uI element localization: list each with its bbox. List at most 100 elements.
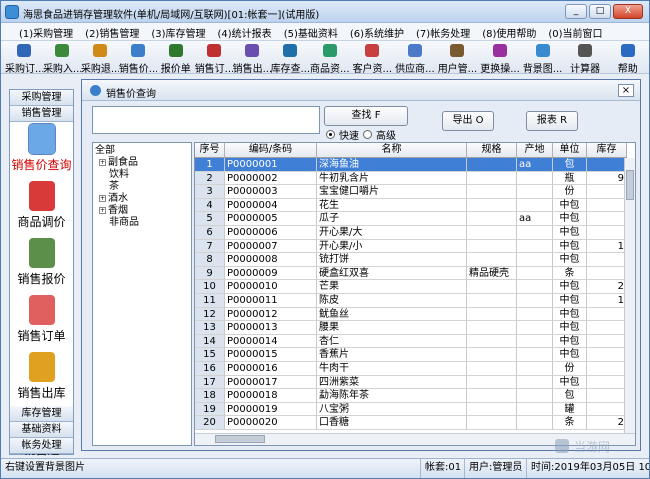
table-row[interactable]: 5 P0000005 瓜子 aa 中包 — [195, 212, 627, 226]
table-row[interactable]: 6 P0000006 开心果/大 中包 — [195, 225, 627, 240]
tree-node[interactable]: 茶 — [95, 181, 189, 193]
toolbar-button-calculator[interactable]: 计算器 — [564, 41, 607, 74]
nav-item-1[interactable]: 商品调价 — [10, 179, 73, 236]
menu-item-5[interactable]: (5)基础资料 — [278, 23, 344, 40]
table-row[interactable]: 14 P0000014 杏仁 中包 — [195, 334, 627, 349]
fast-mode-radio[interactable] — [326, 130, 335, 139]
table-row[interactable]: 8 P0000008 铳打饼 中包 — [195, 253, 627, 267]
nav-group-top_groups-0[interactable]: 采购管理 — [10, 90, 73, 106]
vertical-scroll-thumb[interactable] — [626, 170, 634, 200]
tree-node-label: 副食品 — [108, 157, 138, 168]
table-row[interactable]: 9 P0000009 硬盒红双喜 精品硬壳 条 — [195, 266, 627, 281]
column-header[interactable]: 编码/条码 — [225, 143, 317, 157]
search-input[interactable] — [92, 106, 320, 134]
table-cell — [467, 348, 517, 362]
toolbar-button-user-manage[interactable]: 用户管... — [436, 41, 479, 74]
table-row[interactable]: 7 P0000007 开心果/小 中包 1 — [195, 239, 627, 254]
table-row[interactable]: 4 P0000004 花生 中包 — [195, 198, 627, 213]
table-cell — [467, 280, 517, 294]
column-header[interactable]: 序号 — [195, 143, 225, 157]
nav-group-bottom_groups-1[interactable]: 基础资料 — [10, 422, 73, 438]
table-cell: 2 — [587, 280, 627, 294]
column-header[interactable]: 名称 — [317, 143, 467, 157]
menu-item-1[interactable]: (1)采购管理 — [13, 23, 79, 40]
table-row[interactable]: 13 P0000013 腰果 中包 — [195, 321, 627, 335]
table-row[interactable]: 17 P0000017 四洲紫菜 中包 — [195, 375, 627, 390]
column-header[interactable]: 规格 — [467, 143, 517, 157]
nav-group-bottom_groups-0[interactable]: 库存管理 — [10, 406, 73, 422]
nav-item-0[interactable]: 销售价查询 — [10, 122, 73, 179]
table-row[interactable]: 19 P0000019 八宝粥 罐 — [195, 402, 627, 417]
toolbar-button-product-info[interactable]: 商品资... — [309, 41, 352, 74]
expand-icon[interactable]: + — [99, 206, 106, 214]
table-row[interactable]: 15 P0000015 香蕉片 中包 — [195, 348, 627, 362]
toolbar-button-sales-order[interactable]: 销售订... — [195, 41, 233, 74]
export-button[interactable]: 导出 O — [442, 111, 494, 131]
horizontal-scrollbar[interactable] — [195, 433, 635, 445]
toolbar-button-sales-out[interactable]: 销售出... — [233, 41, 271, 74]
table-cell: P0000012 — [225, 307, 317, 322]
horizontal-scroll-thumb[interactable] — [215, 435, 265, 443]
expand-icon[interactable]: + — [99, 194, 106, 202]
table-cell: 鱿鱼丝 — [317, 307, 467, 322]
table-row[interactable]: 12 P0000012 鱿鱼丝 中包 — [195, 307, 627, 322]
toolbar-button-switch-operator[interactable]: 更换操... — [479, 41, 522, 74]
menu-item-2[interactable]: (2)销售管理 — [79, 23, 145, 40]
tree-node[interactable]: + 副食品 — [95, 157, 189, 169]
sales-order-icon — [206, 44, 221, 57]
column-header[interactable]: 单位 — [553, 143, 587, 157]
nav-group-top_groups-1[interactable]: 销售管理 — [10, 106, 73, 122]
tree-node[interactable]: + 酒水 — [95, 193, 189, 205]
table-row[interactable]: 16 P0000016 牛肉干 份 — [195, 361, 627, 376]
toolbar-button-help[interactable]: 帮助 — [606, 41, 649, 74]
table-row[interactable]: 3 P0000003 宝宝健口嚼片 份 — [195, 185, 627, 199]
tree-node[interactable]: + 香烟 — [95, 205, 189, 217]
child-window-title-bar: 销售价查询 × — [82, 80, 640, 101]
close-button[interactable]: X — [613, 4, 643, 19]
toolbar-button-background-image[interactable]: 背景图... — [521, 41, 564, 74]
table-row[interactable]: 11 P0000011 陈皮 中包 1 — [195, 293, 627, 308]
child-close-button[interactable]: × — [618, 84, 634, 97]
table-row[interactable]: 2 P0000002 牛初乳含片 瓶 9 — [195, 171, 627, 186]
column-header[interactable]: 产地 — [517, 143, 553, 157]
menu-item-9[interactable]: (0)当前窗口 — [542, 23, 608, 40]
toolbar-button-quote[interactable]: 报价单 — [157, 41, 195, 74]
toolbar-button-supplier[interactable]: 供应商... — [394, 41, 437, 74]
table-row[interactable]: 20 P0000020 口香糖 条 2 — [195, 416, 627, 430]
table-row[interactable]: 1 P0000001 深海鱼油 aa 包 — [195, 158, 627, 172]
report-button[interactable]: 报表 R — [526, 111, 578, 131]
toolbar-button-purchase-in[interactable]: 采购入... — [43, 41, 81, 74]
tree-node[interactable]: 非商品 — [95, 217, 189, 229]
nav-group-bottom_groups-2[interactable]: 帐务处理 — [10, 438, 73, 454]
nav-item-label: 销售报价 — [17, 272, 66, 286]
toolbar-button-purchase-return[interactable]: 采购退... — [81, 41, 119, 74]
toolbar-button-purchase-order[interactable]: 采购订... — [5, 41, 43, 74]
find-button[interactable]: 查找 F — [324, 106, 408, 126]
tree-node[interactable]: 全部 — [95, 145, 189, 157]
toolbar-button-sales-price[interactable]: 销售价... — [119, 41, 157, 74]
tree-node[interactable]: 饮料 — [95, 169, 189, 181]
menu-item-3[interactable]: (3)库存管理 — [145, 23, 211, 40]
vertical-scrollbar[interactable] — [624, 158, 635, 433]
table-cell: aa — [517, 158, 553, 172]
menu-item-7[interactable]: (7)帐务处理 — [410, 23, 476, 40]
minimize-button[interactable]: _ — [565, 4, 587, 19]
nav-item-3[interactable]: 销售订单 — [10, 293, 73, 350]
menu-item-6[interactable]: (6)系统维护 — [344, 23, 410, 40]
maximize-button[interactable]: □ — [589, 4, 611, 19]
toolbar-button-stock-query[interactable]: 库存查... — [271, 41, 309, 74]
menu-item-8[interactable]: (8)使用帮助 — [476, 23, 542, 40]
advanced-mode-radio[interactable] — [363, 130, 372, 139]
table-cell — [467, 185, 517, 199]
table-cell: 宝宝健口嚼片 — [317, 185, 467, 199]
table-row[interactable]: 10 P0000010 芒果 中包 2 — [195, 280, 627, 294]
column-header[interactable]: 库存 — [587, 143, 627, 157]
nav-item-4[interactable]: 销售出库 — [10, 350, 73, 407]
table-cell — [517, 239, 553, 254]
toolbar-button-customer-info[interactable]: 客户资... — [351, 41, 394, 74]
table-row[interactable]: 18 P0000018 勐海陈年茶 包 — [195, 389, 627, 403]
menu-item-4[interactable]: (4)统计报表 — [212, 23, 278, 40]
expand-icon[interactable]: + — [99, 158, 106, 166]
nav-item-2[interactable]: 销售报价 — [10, 236, 73, 293]
status-bar: 右键设置背景图片 帐套:01 用户:管理员 时间:2019年03月05日 10时 — [1, 458, 649, 478]
